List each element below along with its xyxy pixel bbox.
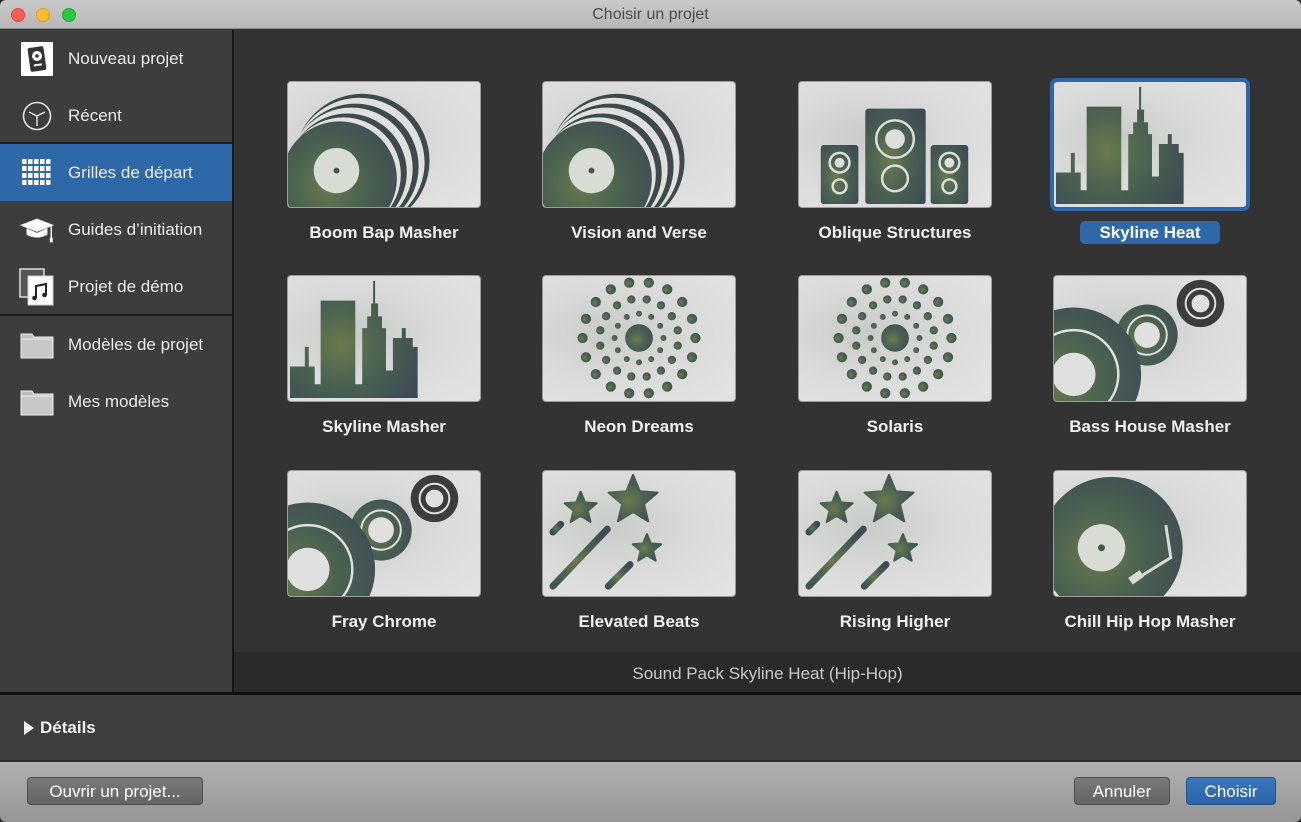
template-description: Sound Pack Skyline Heat (Hip-Hop): [234, 652, 1301, 693]
stars-artwork-icon: [549, 473, 663, 590]
template-thumbnail[interactable]: [542, 275, 736, 402]
sidebar: Nouveau projet Récent Grilles de départ …: [0, 30, 232, 693]
graduation-cap-icon: [18, 211, 56, 249]
template-tile[interactable]: Rising Higher: [745, 419, 1001, 631]
sidebar-item-label: Récent: [68, 105, 122, 125]
template-thumbnail[interactable]: [1053, 275, 1247, 402]
template-thumbnail[interactable]: [287, 470, 481, 597]
details-label: Détails: [40, 718, 96, 737]
dots-artwork-icon: [577, 277, 701, 399]
dots-artwork-icon: [833, 277, 957, 399]
rings-artwork-icon: [288, 474, 459, 596]
skyline-artwork-icon: [1055, 86, 1184, 205]
sidebar-item-label: Mes modèles: [68, 391, 170, 411]
template-thumbnail[interactable]: [798, 275, 992, 402]
template-thumbnail[interactable]: [1053, 81, 1247, 208]
sidebar-item-starter-grids[interactable]: Grilles de départ: [0, 144, 232, 201]
sidebar-item-new-project[interactable]: Nouveau projet: [0, 30, 232, 87]
new-project-icon: [18, 40, 56, 78]
sidebar-item-project-templates[interactable]: Modèles de projet: [0, 316, 232, 373]
skyline-artwork-icon: [289, 280, 418, 399]
template-tile[interactable]: Oblique Structures: [745, 30, 1001, 242]
template-label-text: Fray Chrome: [331, 612, 437, 631]
footer-bar: Ouvrir un projet... Annuler Choisir: [0, 762, 1301, 822]
clock-icon: [18, 97, 56, 135]
grid-icon: [18, 154, 56, 192]
template-thumbnail[interactable]: [798, 81, 992, 208]
cancel-button[interactable]: Annuler: [1074, 777, 1170, 805]
window-title: Choisir un projet: [592, 6, 709, 23]
template-grid: Boom Bap Masher Vision and Verse Oblique…: [234, 30, 1301, 652]
turntable-artwork-icon: [1054, 476, 1183, 596]
sidebar-item-demo-project[interactable]: Projet de démo: [0, 258, 232, 315]
template-thumbnail[interactable]: [287, 81, 481, 208]
details-pane: Détails: [0, 695, 1301, 761]
vinyl-stack-artwork-icon: [288, 93, 430, 207]
template-label-text: Chill Hip Hop Masher: [1064, 612, 1236, 631]
template-tile[interactable]: Boom Bap Masher: [234, 30, 490, 242]
template-label-text: Elevated Beats: [578, 612, 700, 631]
template-tile[interactable]: Skyline Masher: [234, 224, 490, 436]
open-project-button[interactable]: Ouvrir un projet...: [27, 777, 203, 805]
title-bar: Choisir un projet: [0, 0, 1301, 29]
template-label-text: Rising Higher: [839, 612, 951, 631]
rings-artwork-icon: [1054, 279, 1225, 401]
template-tile[interactable]: Skyline Heat: [1000, 30, 1256, 244]
template-label: Elevated Beats: [489, 612, 789, 632]
template-thumbnail[interactable]: [798, 470, 992, 597]
sidebar-item-recent[interactable]: Récent: [0, 87, 232, 144]
stars-artwork-icon: [805, 473, 919, 590]
template-tile[interactable]: Chill Hip Hop Masher: [1000, 419, 1256, 631]
template-label: Chill Hip Hop Masher: [1000, 612, 1300, 632]
sidebar-item-tutorials[interactable]: Guides d’initiation: [0, 201, 232, 258]
folder-icon: [18, 383, 56, 421]
project-chooser-window: Choisir un projet Nouveau projet Récent …: [0, 0, 1301, 822]
template-tile[interactable]: Elevated Beats: [489, 419, 745, 631]
template-thumbnail[interactable]: [542, 470, 736, 597]
choose-button[interactable]: Choisir: [1186, 777, 1276, 805]
sidebar-item-label: Modèles de projet: [68, 334, 204, 354]
template-thumbnail[interactable]: [542, 81, 736, 208]
template-tile[interactable]: Vision and Verse: [489, 30, 745, 242]
sidebar-item-label: Nouveau projet: [68, 48, 184, 68]
disclosure-triangle-icon: [24, 721, 34, 735]
sidebar-item-label: Projet de démo: [68, 276, 184, 296]
music-document-icon: [18, 267, 56, 306]
template-tile[interactable]: Fray Chrome: [234, 419, 490, 631]
speakers-artwork-icon: [820, 108, 969, 205]
template-tile[interactable]: Solaris: [745, 224, 1001, 436]
details-disclosure[interactable]: Détails: [24, 718, 96, 738]
vinyl-stack-artwork-icon: [543, 93, 685, 207]
folder-icon: [18, 326, 56, 364]
sidebar-item-label: Grilles de départ: [68, 162, 193, 182]
template-thumbnail[interactable]: [1053, 470, 1247, 597]
sidebar-item-my-templates[interactable]: Mes modèles: [0, 373, 232, 430]
template-tile[interactable]: Bass House Masher: [1000, 224, 1256, 436]
template-tile[interactable]: Neon Dreams: [489, 224, 745, 436]
template-thumbnail[interactable]: [287, 275, 481, 402]
sidebar-item-label: Guides d’initiation: [68, 219, 203, 239]
